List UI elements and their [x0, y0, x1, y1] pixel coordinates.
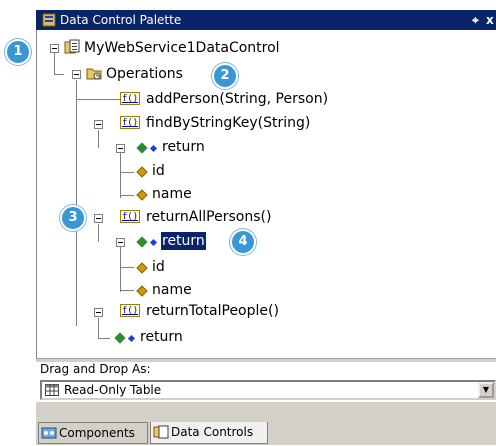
tree-node-findbystringkey[interactable]: findByStringKey(String): [146, 114, 310, 132]
tree-line: [120, 152, 121, 198]
tree-node-all-name[interactable]: name: [152, 281, 192, 299]
callout-3: 3: [60, 205, 86, 231]
attribute-icon: [136, 166, 148, 178]
collapse-toggle-findbystringkey[interactable]: [94, 120, 103, 129]
tree-line: [98, 318, 99, 338]
tree-node-total-return[interactable]: return: [140, 328, 183, 346]
tree-line: [120, 290, 134, 291]
palette-titlebar: Data Control Palette ⌖ x: [36, 10, 496, 30]
function-icon: f(): [120, 210, 140, 223]
bottom-tab-bar: Components Data Controls: [36, 402, 496, 445]
tree-panel: MyWebService1DataControl Operations f() …: [36, 30, 496, 358]
attribute-icon: [136, 262, 148, 274]
collapse-toggle-operations[interactable]: [72, 70, 81, 79]
drag-drop-select[interactable]: Read-Only Table ▼: [40, 380, 496, 400]
tab-components-label: Components: [59, 426, 135, 440]
tree-line: [54, 52, 55, 74]
tree-node-root[interactable]: MyWebService1DataControl: [84, 39, 280, 57]
data-controls-icon: [153, 425, 169, 445]
callout-1: 1: [5, 39, 31, 65]
tree-line: [54, 74, 64, 75]
palette-title: Data Control Palette: [60, 13, 182, 27]
function-icon: f(): [120, 304, 140, 317]
tree-node-returntotalpeople[interactable]: returnTotalPeople(): [146, 302, 279, 320]
function-icon: f(): [120, 116, 140, 129]
collapse-toggle-all-return[interactable]: [116, 238, 125, 247]
collapse-toggle-find-return[interactable]: [116, 144, 125, 153]
collapse-toggle-returnallpersons[interactable]: [94, 214, 103, 223]
function-icon: f(): [120, 92, 140, 105]
components-icon: [41, 426, 57, 446]
tree-node-find-return[interactable]: return: [162, 138, 205, 156]
tree-line: [120, 172, 134, 173]
tree-node-returnallpersons[interactable]: returnAllPersons(): [146, 208, 271, 226]
tab-data-controls-label: Data Controls: [171, 425, 254, 439]
return-collection-icon: [136, 236, 148, 248]
tree-line: [98, 338, 110, 339]
callout-4: 4: [230, 229, 256, 255]
tree-node-addperson[interactable]: addPerson(String, Person): [146, 90, 328, 108]
panel-left-border: [36, 30, 37, 358]
tree-line: [98, 130, 99, 148]
table-icon: [45, 384, 59, 400]
tree-line: [120, 246, 121, 292]
tree-node-find-name[interactable]: name: [152, 185, 192, 203]
tree-node-all-return-selected[interactable]: return: [161, 232, 206, 250]
tree-node-all-id[interactable]: id: [152, 258, 165, 276]
return-accessor-icon: [149, 144, 158, 153]
tree-line: [120, 267, 134, 268]
attribute-icon: [136, 285, 148, 297]
data-control-icon: [64, 39, 80, 55]
return-collection-icon: [114, 332, 126, 344]
tab-components[interactable]: Components: [38, 422, 148, 444]
tree-line: [76, 80, 77, 326]
close-icon[interactable]: x: [486, 10, 494, 30]
drag-drop-label: Drag and Drop As:: [40, 362, 151, 376]
tree-node-operations[interactable]: Operations: [106, 65, 183, 83]
tree-line: [98, 224, 99, 242]
callout-2: 2: [212, 63, 238, 89]
collapse-toggle-root[interactable]: [50, 44, 59, 53]
tree-node-find-id[interactable]: id: [152, 162, 165, 180]
tab-data-controls[interactable]: Data Controls: [150, 422, 268, 444]
return-collection-icon: [136, 142, 148, 154]
dropdown-arrow-icon[interactable]: ▼: [478, 382, 494, 398]
tree-line: [120, 195, 134, 196]
drag-drop-selected-value: Read-Only Table: [64, 383, 162, 397]
return-accessor-icon: [149, 238, 158, 247]
return-accessor-icon: [127, 334, 136, 343]
tree-line: [76, 99, 120, 100]
attribute-icon: [136, 189, 148, 201]
pin-icon[interactable]: ⌖: [472, 10, 479, 30]
operations-folder-icon: [86, 65, 102, 80]
collapse-toggle-returntotalpeople[interactable]: [94, 308, 103, 317]
